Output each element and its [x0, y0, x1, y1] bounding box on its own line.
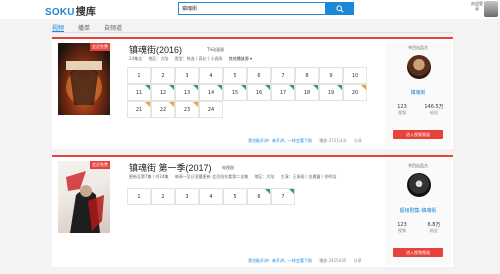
stat-fans: 6.8万 粉丝 [419, 222, 449, 234]
result-card: 会员免费 镇魂街 第一季(2017) 电视剧 更新至第7集 / 共24集 每周一… [52, 155, 453, 267]
poster-art [66, 171, 104, 233]
stat-fans-label: 粉丝 [430, 110, 438, 115]
play-count: 播放 2415435 [319, 258, 347, 263]
producer-panel: 节目出品方 镇魂街 123 视频 146.5万 粉丝 进入视频频道 [385, 41, 451, 147]
user-login-text[interactable]: 欢迎登录 [470, 1, 484, 11]
episode-grid: 1 2 3 4 5 6 7 8 9 10 11 12 13 14 15 16 1… [127, 67, 368, 119]
stat-fans: 146.5万 粉丝 [419, 104, 449, 116]
source-select[interactable]: 其他播放源 ▾ [229, 56, 252, 61]
meta-region: 地区：大陆 [148, 56, 169, 61]
review-link[interactable]: 我也能开讲！来开讲，一样会看下剧 [248, 138, 312, 143]
episode-button[interactable]: 21 [127, 101, 151, 118]
meta-genre: 类型：热血 / 奇幻 / 小说改 [174, 56, 223, 61]
enter-channel-button[interactable]: 进入视频频道 [393, 248, 443, 257]
stat-videos-label: 视频 [398, 228, 406, 233]
episode-button[interactable]: 1 [127, 67, 151, 84]
episode-button[interactable]: 4 [199, 188, 223, 205]
episode-button[interactable]: 1 [127, 188, 151, 205]
show-title[interactable]: 镇魂街 第一季(2017) [129, 161, 212, 174]
producer-name[interactable]: 超级剧集-镇魂街 [385, 207, 451, 214]
episode-button[interactable]: 6 [247, 67, 271, 84]
show-meta: 24集全 地区：大陆 类型：热血 / 奇幻 / 小说改 其他播放源 ▾ [129, 56, 257, 62]
episode-button[interactable]: 13 [175, 84, 199, 101]
episode-button[interactable]: 8 [295, 67, 319, 84]
tab-playlist[interactable]: 播单 [78, 20, 90, 32]
episode-button[interactable]: 2 [151, 188, 175, 205]
stat-videos: 123 视频 [387, 222, 417, 234]
producer-avatar[interactable] [407, 173, 431, 197]
result-card: 会员免费 镇魂街(2016) TV动画版 24集全 地区：大陆 类型：热血 / … [52, 37, 453, 149]
type-tag: 电视剧 [222, 165, 234, 170]
episode-button[interactable]: 5 [223, 188, 247, 205]
vip-badge: 会员免费 [90, 43, 110, 51]
card-footer: 我也能开讲！来开讲，一样会看下剧 播放 2415435 分享 [248, 258, 362, 264]
card-footer: 我也能开讲！来开讲，一样会看下剧 播放 372万4次 分享 [248, 138, 362, 144]
episode-button[interactable]: 12 [151, 84, 175, 101]
episode-button[interactable]: 14 [199, 84, 223, 101]
episode-button[interactable]: 17 [271, 84, 295, 101]
meta-cast: 主演：王振裕 / 金晨露 / 徐明浩 [280, 174, 337, 179]
episode-button[interactable]: 20 [343, 84, 367, 101]
meta-episodes: 24集全 [129, 56, 143, 61]
episode-button[interactable]: 22 [151, 101, 175, 118]
episode-button[interactable]: 5 [223, 67, 247, 84]
producer-title: 节目出品方 [408, 163, 428, 168]
meta-episodes: 更新至第7集 / 共24集 [129, 174, 169, 179]
show-title[interactable]: 镇魂街(2016) [129, 43, 182, 56]
episode-button[interactable]: 4 [199, 67, 223, 84]
vip-badge: 会员免费 [90, 161, 110, 169]
stat-videos-label: 视频 [398, 110, 406, 115]
episode-button[interactable]: 9 [319, 67, 343, 84]
episode-button[interactable]: 16 [247, 84, 271, 101]
poster-image[interactable]: 会员免费 [58, 43, 110, 115]
tab-divider [52, 32, 453, 33]
tab-video[interactable]: 视频 [52, 20, 65, 32]
logo-sub: 搜库 [75, 7, 97, 18]
tab-channel[interactable]: 自频道 [104, 20, 122, 32]
producer-title: 节目出品方 [408, 45, 428, 50]
stat-fans-label: 粉丝 [430, 228, 438, 233]
poster-image[interactable]: 会员免费 [58, 161, 110, 233]
episode-button[interactable]: 24 [199, 101, 223, 118]
logo-main: SOKU [45, 7, 75, 18]
avatar[interactable] [484, 1, 498, 17]
show-meta: 更新至第7集 / 共24集 每周一至日凌晨更新 会员抢先看第二全集 地区：大陆 … [129, 174, 341, 180]
episode-button[interactable]: 23 [175, 101, 199, 118]
play-count: 播放 372万4次 [319, 138, 347, 143]
episode-button[interactable]: 3 [175, 67, 199, 84]
stat-videos: 123 视频 [387, 104, 417, 116]
share-button[interactable]: 分享 [354, 258, 362, 263]
producer-panel: 节目出品方 超级剧集-镇魂街 123 视频 6.8万 粉丝 进入视频频道 [385, 159, 451, 265]
type-tag: TV动画版 [207, 47, 225, 52]
meta-region: 地区：大陆 [254, 174, 275, 179]
episode-grid: 1 2 3 4 5 6 7 [127, 188, 368, 206]
episode-button[interactable]: 18 [295, 84, 319, 101]
episode-button[interactable]: 3 [175, 188, 199, 205]
search-input[interactable] [178, 2, 326, 15]
episode-button[interactable]: 15 [223, 84, 247, 101]
episode-button[interactable]: 19 [319, 84, 343, 101]
producer-name[interactable]: 镇魂街 [385, 89, 451, 96]
episode-button[interactable]: 2 [151, 67, 175, 84]
page: SOKU搜库 欢迎登录 视频 播单 自频道 会员免费 镇魂街(20 [0, 0, 500, 274]
episode-button[interactable]: 11 [127, 84, 151, 101]
episode-button[interactable]: 6 [247, 188, 271, 205]
episode-button[interactable]: 7 [271, 67, 295, 84]
episode-button[interactable]: 7 [271, 188, 295, 205]
search-button[interactable] [326, 2, 354, 15]
logo[interactable]: SOKU搜库 [45, 3, 96, 18]
review-link[interactable]: 我也能开讲！来开讲，一样会看下剧 [248, 258, 312, 263]
top-header: SOKU搜库 欢迎登录 [0, 0, 500, 19]
episode-button[interactable]: 10 [343, 67, 367, 84]
producer-avatar[interactable] [407, 55, 431, 79]
result-tabs: 视频 播单 自频道 [52, 20, 136, 32]
share-button[interactable]: 分享 [354, 138, 362, 143]
enter-channel-button[interactable]: 进入视频频道 [393, 130, 443, 139]
meta-schedule: 每周一至日凌晨更新 会员抢先看第二全集 [174, 174, 249, 179]
poster-art [66, 61, 102, 105]
search-icon [336, 4, 344, 13]
